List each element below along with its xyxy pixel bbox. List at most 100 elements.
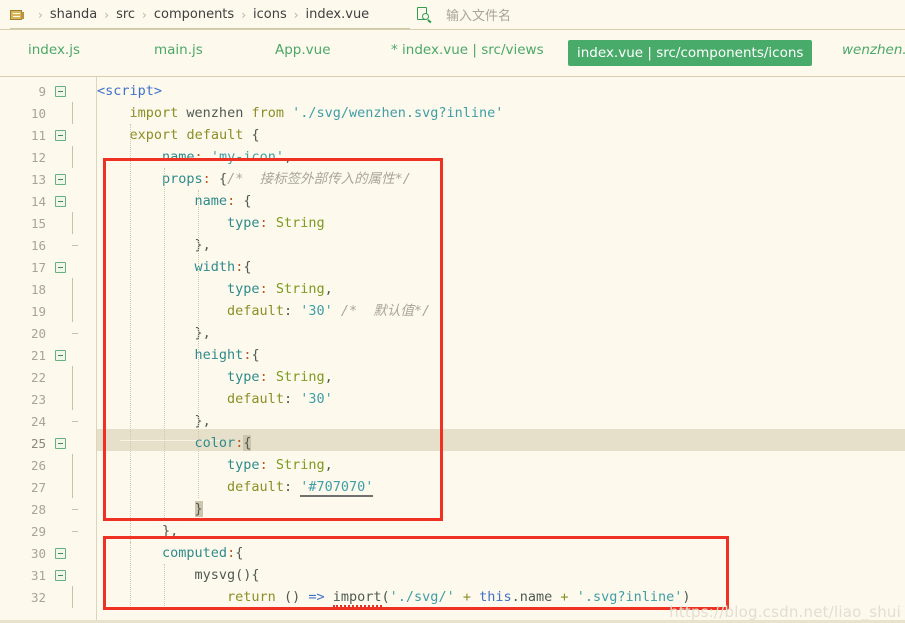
indent-guide-0 bbox=[130, 124, 132, 542]
breadcrumb-item-components[interactable]: components bbox=[154, 7, 234, 22]
gutter-line-9[interactable]: 9 bbox=[0, 80, 96, 102]
code-line-18[interactable]: type: String, bbox=[97, 278, 333, 300]
gutter-line-26[interactable]: 26 bbox=[0, 454, 96, 476]
tab-app-vue[interactable]: App.vue bbox=[275, 39, 331, 61]
color-literal[interactable]: '#707070' bbox=[300, 479, 374, 497]
code-line-17[interactable]: width:{ bbox=[97, 256, 252, 278]
breadcrumb[interactable]: › shanda › src › components › icons › in… bbox=[0, 0, 410, 29]
gutter-line-27[interactable]: 27 bbox=[0, 476, 96, 498]
code-line-9[interactable]: <script> bbox=[97, 80, 162, 102]
gutter-line-18[interactable]: 18 bbox=[0, 278, 96, 300]
fold-toggle-icon-17[interactable] bbox=[55, 261, 66, 273]
fold-toggle-icon-13[interactable] bbox=[55, 173, 66, 185]
code-line-10[interactable]: import wenzhen from './svg/wenzhen.svg?i… bbox=[97, 102, 504, 124]
colon: : bbox=[227, 193, 236, 209]
keyword: default bbox=[186, 127, 244, 143]
line-number-gutter[interactable]: 9 10 11 12 13 14 15 16 17 18 19 20 21 22 23 24 25 26 27 28 2… bbox=[0, 77, 96, 623]
tab-index-js[interactable]: index.js bbox=[28, 39, 80, 61]
tab-index-vue-src-views[interactable]: * index.vue | src/views bbox=[391, 39, 544, 61]
code-line-27[interactable]: default: '#707070' bbox=[97, 476, 374, 498]
gutter-line-32[interactable]: 32 bbox=[0, 586, 96, 608]
string-literal: './svg/' bbox=[389, 589, 455, 605]
code-line-32[interactable]: return () => import('./svg/' + this.name… bbox=[97, 586, 691, 608]
gutter-line-23[interactable]: 23 bbox=[0, 388, 96, 410]
code-line-12[interactable]: name: 'my-icon', bbox=[97, 146, 292, 168]
matching-bracket: } bbox=[194, 501, 203, 517]
tab-index-vue-components-icons[interactable]: index.vue | src/components/icons bbox=[568, 40, 813, 66]
gutter-line-29[interactable]: 29 bbox=[0, 520, 96, 542]
tab-main-js[interactable]: main.js bbox=[154, 39, 203, 61]
breadcrumb-item-icons[interactable]: icons bbox=[253, 7, 287, 22]
fold-toggle-icon-14[interactable] bbox=[55, 195, 66, 207]
code-line-20[interactable]: }, bbox=[97, 322, 211, 344]
code-line-22[interactable]: type: String, bbox=[97, 366, 333, 388]
gutter-line-15[interactable]: 15 bbox=[0, 212, 96, 234]
error-squiggly-import: import bbox=[332, 589, 382, 607]
fold-guide-19 bbox=[72, 300, 73, 322]
code-line-19[interactable]: default: '30' /* 默认值*/ bbox=[97, 300, 430, 322]
gutter-line-14[interactable]: 14 bbox=[0, 190, 96, 212]
code-line-28[interactable]: } bbox=[97, 498, 203, 520]
watermark: https://blog.csdn.net/liao_shui bbox=[669, 603, 901, 621]
code-line-13[interactable]: props: {/* 接标签外部传入的属性*/ bbox=[97, 168, 411, 190]
code-line-14[interactable]: name: { bbox=[97, 190, 252, 212]
breadcrumb-underline bbox=[10, 28, 410, 29]
property-key: type bbox=[227, 215, 260, 231]
line-number-28: 28 bbox=[30, 501, 46, 517]
breadcrumb-item-shanda[interactable]: shanda bbox=[50, 7, 97, 22]
gutter-line-17[interactable]: 17 bbox=[0, 256, 96, 278]
gutter-line-24[interactable]: 24 bbox=[0, 410, 96, 432]
gutter-line-16[interactable]: 16 bbox=[0, 234, 96, 256]
fold-toggle-icon-9[interactable] bbox=[55, 85, 66, 97]
property-key: width bbox=[194, 259, 236, 275]
type-name: String bbox=[275, 215, 325, 231]
gutter-line-31[interactable]: 31 bbox=[0, 564, 96, 586]
code-line-23[interactable]: default: '30' bbox=[97, 388, 333, 410]
line-number-11: 11 bbox=[30, 127, 46, 143]
line-number-26: 26 bbox=[30, 457, 46, 473]
property-key: type bbox=[227, 281, 260, 297]
gutter-line-10[interactable]: 10 bbox=[0, 102, 96, 124]
tab-wenzhen-svg[interactable]: wenzhen.s bbox=[842, 39, 905, 61]
file-search-input[interactable]: 输入文件名 bbox=[446, 5, 511, 24]
code-editor[interactable]: 9 10 11 12 13 14 15 16 17 18 19 20 21 22 23 24 25 26 27 28 2… bbox=[0, 77, 905, 623]
code-line-25[interactable]: color:{ bbox=[97, 432, 252, 454]
gutter-line-13[interactable]: 13 bbox=[0, 168, 96, 190]
document-search-icon[interactable] bbox=[417, 6, 432, 23]
fold-toggle-icon-31[interactable] bbox=[55, 569, 66, 581]
gutter-line-25[interactable]: 25 bbox=[0, 432, 96, 454]
keyword: from bbox=[251, 105, 284, 121]
breadcrumb-item-src[interactable]: src bbox=[116, 7, 135, 22]
breadcrumb-item-index-vue[interactable]: index.vue bbox=[306, 7, 370, 22]
code-line-24[interactable]: }, bbox=[97, 410, 211, 432]
colon: : bbox=[235, 259, 244, 275]
gutter-line-22[interactable]: 22 bbox=[0, 366, 96, 388]
property-key: name bbox=[162, 149, 195, 165]
gutter-line-28[interactable]: 28 bbox=[0, 498, 96, 520]
code-line-29[interactable]: }, bbox=[97, 520, 178, 542]
code-line-30[interactable]: computed:{ bbox=[97, 542, 243, 564]
code-line-21[interactable]: height:{ bbox=[97, 344, 260, 366]
line-number-30: 30 bbox=[30, 545, 46, 561]
code-line-11[interactable]: export default { bbox=[97, 124, 260, 146]
fold-toggle-icon-21[interactable] bbox=[55, 349, 66, 361]
gutter-line-20[interactable]: 20 bbox=[0, 322, 96, 344]
matching-bracket: { bbox=[243, 435, 252, 451]
gutter-line-30[interactable]: 30 bbox=[0, 542, 96, 564]
fold-toggle-icon-30[interactable] bbox=[55, 547, 66, 559]
gutter-line-19[interactable]: 19 bbox=[0, 300, 96, 322]
gutter-line-11[interactable]: 11 bbox=[0, 124, 96, 146]
file-search-bar[interactable]: 输入文件名 bbox=[417, 0, 511, 29]
fold-toggle-icon-11[interactable] bbox=[55, 129, 66, 141]
gutter-line-12[interactable]: 12 bbox=[0, 146, 96, 168]
fold-toggle-icon-25[interactable] bbox=[55, 437, 66, 449]
breadcrumb-separator: › bbox=[104, 7, 110, 22]
gutter-line-21[interactable]: 21 bbox=[0, 344, 96, 366]
code-line-26[interactable]: type: String, bbox=[97, 454, 333, 476]
line-number-17: 17 bbox=[30, 259, 46, 275]
fold-guide-28 bbox=[72, 509, 78, 510]
code-line-16[interactable]: }, bbox=[97, 234, 211, 256]
breadcrumb-separator: › bbox=[142, 7, 147, 22]
code-line-31[interactable]: mysvg(){ bbox=[97, 564, 260, 586]
code-content[interactable]: <script> import wenzhen from './svg/wenz… bbox=[97, 77, 905, 623]
